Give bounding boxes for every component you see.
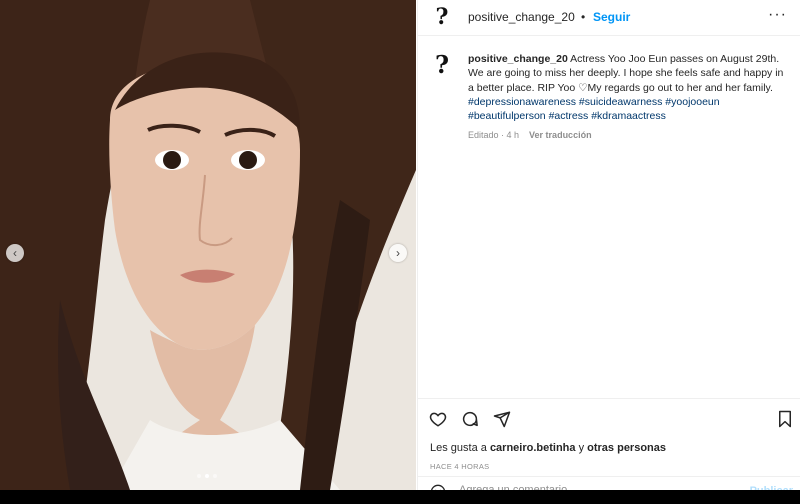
hashtag[interactable]: #beautifulperson (468, 110, 546, 122)
carousel-prev-button[interactable]: ‹ (6, 244, 24, 262)
likes-prefix: Les gusta a (430, 442, 490, 454)
heart-icon[interactable] (429, 410, 447, 428)
post-timestamp[interactable]: HACE 4 HORAS (430, 462, 489, 471)
comment-icon[interactable] (461, 410, 479, 428)
hashtag[interactable]: #yoojooeun (665, 96, 719, 108)
edited-time: Editado · 4 h (468, 130, 520, 140)
chevron-right-icon: › (396, 246, 400, 260)
post-modal: ‹ › ? positive_change_20 • Seguir ··· ? … (0, 0, 800, 503)
separator-dot: • (581, 10, 586, 24)
post-header: ? positive_change_20 • Seguir ··· (418, 0, 800, 36)
likes-connector: y (575, 442, 588, 454)
action-bar (418, 398, 800, 439)
modal-bottom-edge (0, 490, 800, 503)
question-mark-icon: ? (434, 49, 450, 79)
caption-username[interactable]: positive_change_20 (468, 53, 568, 65)
caption-meta: Editado · 4 h Ver traducción (468, 130, 592, 140)
portrait-image (0, 0, 416, 490)
avatar[interactable]: ? (430, 4, 454, 30)
share-icon[interactable] (493, 410, 511, 428)
hashtag[interactable]: #actress (549, 110, 589, 122)
more-options-icon[interactable]: ··· (768, 6, 787, 24)
carousel-next-button[interactable]: › (389, 244, 407, 262)
liker-username[interactable]: carneiro.betinha (490, 442, 576, 454)
hashtag[interactable]: #kdramaactress (591, 110, 666, 122)
likes-summary: Les gusta a carneiro.betinha y otras per… (430, 442, 666, 454)
post-photo[interactable]: ‹ › (0, 0, 416, 490)
bookmark-icon[interactable] (776, 410, 794, 428)
carousel-dot (197, 474, 201, 478)
hashtag[interactable]: #depressionawareness (468, 96, 576, 108)
carousel-dot-active (205, 474, 209, 478)
carousel-dot (213, 474, 217, 478)
chevron-left-icon: ‹ (13, 246, 17, 260)
username-link[interactable]: positive_change_20 (468, 10, 575, 24)
post-side-panel: ? positive_change_20 • Seguir ··· ? posi… (417, 0, 800, 500)
hashtag[interactable]: #suicideawarness (579, 96, 662, 108)
other-likers-link[interactable]: otras personas (587, 442, 666, 454)
question-mark-icon: ? (435, 4, 449, 30)
caption-avatar[interactable]: ? (430, 49, 454, 79)
see-translation-button[interactable]: Ver traducción (529, 130, 592, 140)
follow-button[interactable]: Seguir (593, 10, 630, 24)
carousel-dots (197, 474, 217, 478)
post-caption: positive_change_20 Actress Yoo Joo Eun p… (468, 52, 788, 123)
